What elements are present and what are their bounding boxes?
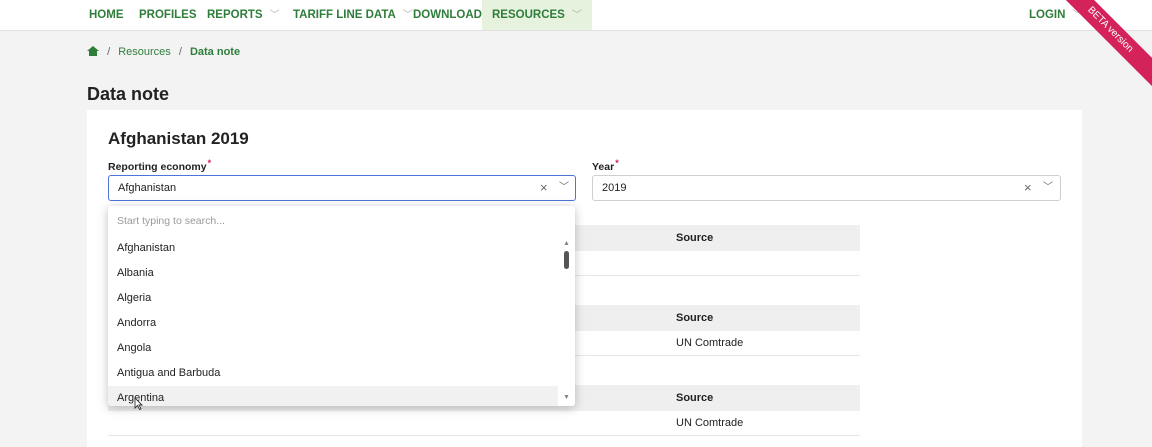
nav-resources-label: RESOURCES xyxy=(492,9,565,21)
dropdown-option[interactable]: Algeria xyxy=(108,286,558,311)
chevron-down-icon: ﹀ xyxy=(402,10,413,21)
dropdown-option[interactable]: Angola xyxy=(108,336,558,361)
clear-icon[interactable]: × xyxy=(1024,176,1032,200)
nav-resources[interactable]: RESOURCES ﹀ xyxy=(482,0,592,30)
year-value: 2019 xyxy=(602,182,627,194)
nav-profiles-label: PROFILES xyxy=(139,9,197,21)
year-label-text: Year xyxy=(592,161,615,173)
nav-tariff-line-data[interactable]: TARIFF LINE DATA ﹀ xyxy=(293,0,413,30)
reporting-economy-label-text: Reporting economy xyxy=(108,161,207,173)
top-navigation: HOME PROFILES REPORTS ﹀ TARIFF LINE DATA ﹀… xyxy=(0,0,1152,31)
dropdown-option[interactable]: Andorra xyxy=(108,311,558,336)
chevron-down-icon: ﹀ xyxy=(571,10,582,21)
nav-tariff-line-data-label: TARIFF LINE DATA xyxy=(293,9,396,21)
breadcrumb-resources[interactable]: Resources xyxy=(118,46,171,58)
pointer-cursor-icon xyxy=(134,396,144,415)
clear-icon[interactable]: × xyxy=(540,176,548,200)
reporting-economy-value: Afghanistan xyxy=(118,182,177,194)
source-column-header: Source xyxy=(676,232,714,244)
nav-reports-label: REPORTS xyxy=(207,9,263,21)
source-cell: UN Comtrade xyxy=(676,337,744,349)
nav-login-label: LOGIN xyxy=(1029,9,1066,21)
card-title: Afghanistan 2019 xyxy=(108,129,249,148)
nav-download-label: DOWNLOAD xyxy=(413,9,482,21)
source-column-header: Source xyxy=(676,312,714,324)
scroll-down-icon[interactable]: ▼ xyxy=(563,394,570,401)
year-label: Year* xyxy=(592,158,619,173)
breadcrumb-current: Data note xyxy=(189,46,241,58)
dropdown-option[interactable]: Afghanistan xyxy=(108,236,558,261)
chevron-down-icon: ﹀ xyxy=(269,10,280,21)
page-title: Data note xyxy=(87,84,170,104)
scrollbar-thumb[interactable] xyxy=(564,251,569,269)
source-column-header: Source xyxy=(676,392,714,404)
scroll-up-icon[interactable]: ▲ xyxy=(563,240,570,247)
breadcrumb-separator: / xyxy=(107,46,111,58)
chevron-down-icon[interactable]: ﹀ xyxy=(559,176,569,200)
dropdown-option[interactable]: Albania xyxy=(108,261,558,286)
table-row: UN Comtrade xyxy=(108,411,860,436)
nav-profiles[interactable]: PROFILES xyxy=(139,0,197,30)
nav-home[interactable]: HOME xyxy=(89,0,124,30)
dropdown-option[interactable]: Argentina xyxy=(108,386,558,406)
breadcrumb: / Resources / Data note xyxy=(87,46,240,59)
dropdown-search-input[interactable]: Start typing to search... xyxy=(117,215,225,227)
nav-home-label: HOME xyxy=(89,9,124,21)
chevron-down-icon[interactable]: ﹀ xyxy=(1043,176,1053,200)
required-mark: * xyxy=(207,158,212,168)
breadcrumb-separator: / xyxy=(178,46,182,58)
dropdown-option[interactable]: Antigua and Barbuda xyxy=(108,361,558,386)
dropdown-scrollbar[interactable]: ▲ ▼ xyxy=(560,234,572,404)
year-select[interactable]: 2019 × ﹀ xyxy=(592,175,1061,201)
reporting-economy-dropdown: Start typing to search... Afghanistan Al… xyxy=(108,206,575,406)
nav-reports[interactable]: REPORTS ﹀ xyxy=(207,0,280,30)
required-mark: * xyxy=(615,158,619,168)
nav-download[interactable]: DOWNLOAD xyxy=(413,0,482,30)
reporting-economy-select[interactable]: Afghanistan × ﹀ xyxy=(108,175,576,201)
source-cell: UN Comtrade xyxy=(676,417,744,429)
reporting-economy-label: Reporting economy* xyxy=(108,158,211,173)
home-icon[interactable] xyxy=(87,46,99,59)
